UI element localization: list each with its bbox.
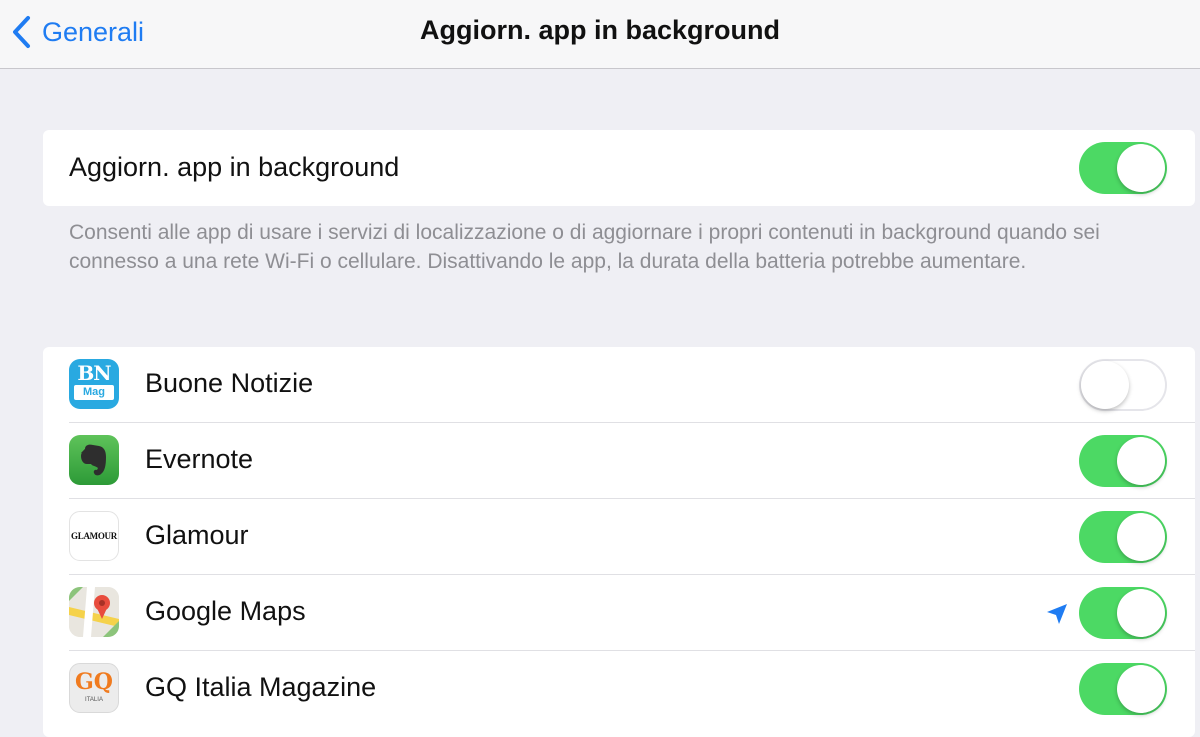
- setting-description: Consenti alle app di usare i servizi di …: [69, 221, 1100, 273]
- app-name: Glamour: [145, 520, 249, 550]
- toggle-knob: [1117, 144, 1165, 192]
- app-name: GQ Italia Magazine: [145, 672, 377, 702]
- master-setting-row: Aggiorn. app in background: [43, 130, 1195, 206]
- glamour-app-icon: GLAMOUR: [69, 511, 119, 561]
- map-icon: [69, 587, 119, 637]
- location-arrow-icon: [1047, 604, 1067, 624]
- app-list: BN Mag Buone Notizie Evernote GLAMOUR Gl…: [43, 347, 1195, 737]
- icon-text-italia: ITALIA: [85, 697, 103, 703]
- toggle-knob: [1117, 437, 1165, 485]
- elephant-icon: [81, 444, 106, 476]
- icon-text-mag: Mag: [74, 385, 114, 400]
- toggle-knob: [1117, 513, 1165, 561]
- app-name: Buone Notizie: [145, 368, 314, 398]
- list-item-google-maps: Google Maps: [43, 575, 1195, 651]
- list-item-buone-notizie: BN Mag Buone Notizie: [43, 347, 1195, 423]
- toggle-knob: [1117, 665, 1165, 713]
- google-maps-toggle[interactable]: [1079, 587, 1167, 639]
- list-item-glamour: GLAMOUR Glamour: [43, 499, 1195, 575]
- toggle-knob: [1117, 589, 1165, 637]
- glamour-toggle[interactable]: [1079, 511, 1167, 563]
- master-setting-group: Aggiorn. app in background: [43, 130, 1195, 206]
- app-name: Google Maps: [145, 596, 306, 626]
- google-maps-app-icon: [69, 587, 119, 637]
- buone-notizie-app-icon: BN Mag: [69, 359, 119, 409]
- evernote-toggle[interactable]: [1079, 435, 1167, 487]
- app-name: Evernote: [145, 444, 254, 474]
- gq-italia-app-icon: GQ ITALIA: [69, 663, 119, 713]
- master-background-refresh-toggle[interactable]: [1079, 142, 1167, 194]
- list-item-gq-italia-magazine: GQ ITALIA GQ Italia Magazine: [43, 651, 1195, 727]
- list-item-evernote: Evernote: [43, 423, 1195, 499]
- gq-italia-toggle[interactable]: [1079, 663, 1167, 715]
- evernote-app-icon: [69, 435, 119, 485]
- icon-text-gq: GQ: [75, 669, 113, 695]
- buone-notizie-toggle[interactable]: [1079, 359, 1167, 411]
- icon-text-bn: BN: [77, 361, 111, 385]
- toggle-knob: [1081, 361, 1129, 409]
- master-setting-label: Aggiorn. app in background: [69, 152, 400, 182]
- page-title: Aggiorn. app in background: [420, 15, 780, 45]
- navigation-bar: Generali Aggiorn. app in background: [0, 0, 1200, 69]
